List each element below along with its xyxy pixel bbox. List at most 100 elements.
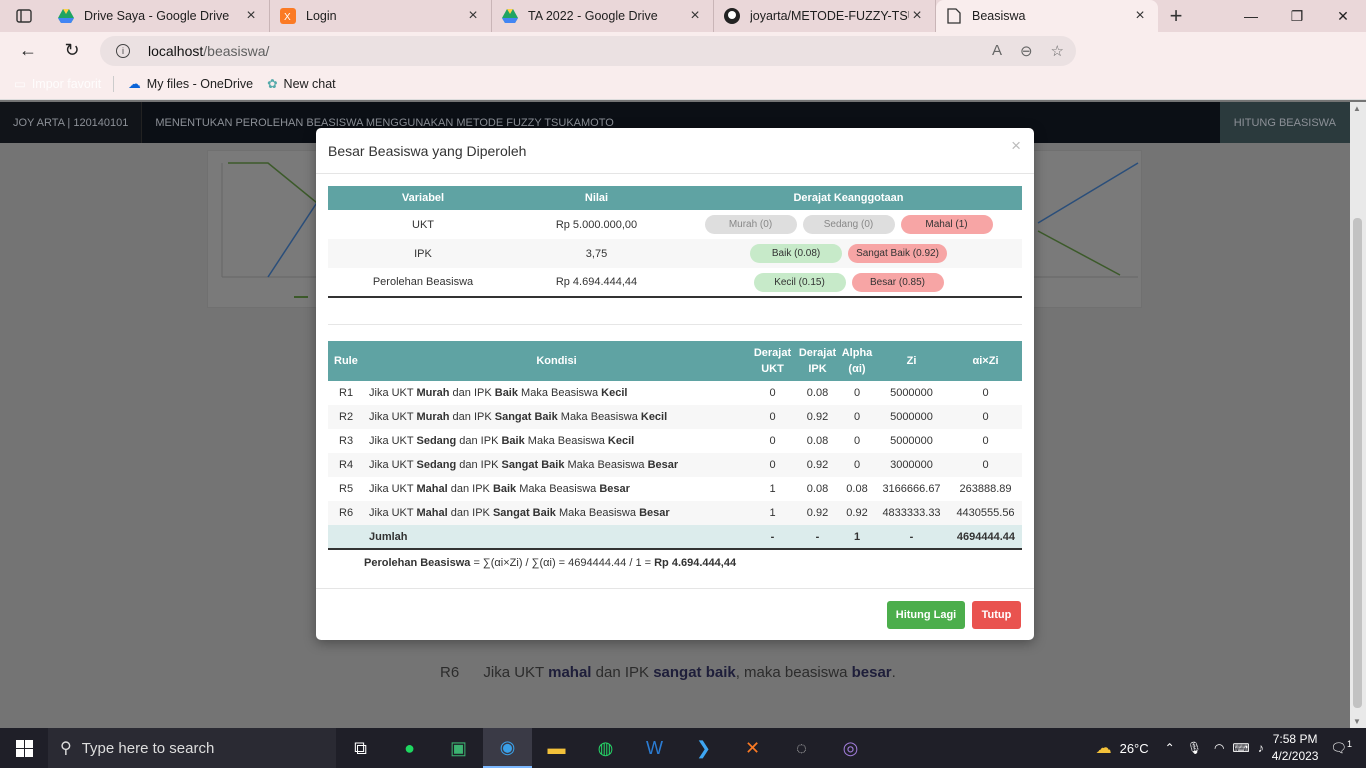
tab-ta-2022[interactable]: TA 2022 - Google Drive × — [492, 0, 714, 32]
formula-result: Rp 4.694.444,44 — [654, 557, 737, 569]
microphone-icon[interactable]: 🎙 — [1187, 741, 1202, 755]
condition-text: dan IPK — [447, 507, 493, 519]
weather-temp[interactable]: 26°C — [1120, 741, 1149, 756]
condition-keyword: Kecil — [601, 387, 628, 399]
weather-icon[interactable]: ☁ — [1096, 738, 1112, 758]
close-tab-icon[interactable]: × — [909, 7, 925, 25]
tab-beasiswa[interactable]: Beasiswa × — [936, 0, 1158, 32]
github-icon — [724, 8, 740, 24]
condition-text: Maka Beasiswa — [518, 387, 602, 399]
refresh-icon[interactable]: ↻ — [50, 32, 94, 68]
degree-ukt-cell: 1 — [750, 501, 795, 525]
tab-github[interactable]: joyarta/METODE-FUZZY-TSUKAMOTO × — [714, 0, 936, 32]
whatsapp-icon[interactable]: ◍ — [581, 728, 630, 768]
url-field[interactable]: i localhost/beasiswa/ A ⊖ ☆ — [100, 36, 1076, 66]
total-ipk: - — [795, 525, 840, 550]
read-aloud-icon[interactable]: A — [992, 42, 1002, 60]
url-host: localhost — [148, 43, 204, 59]
condition-keyword: Baik — [492, 483, 517, 495]
rule-text: Jika UKT — [483, 664, 549, 681]
favorite-label: New chat — [283, 76, 336, 91]
close-tab-icon[interactable]: × — [465, 7, 481, 25]
site-info-icon[interactable]: i — [116, 44, 130, 58]
close-window-icon[interactable]: ✕ — [1320, 0, 1366, 32]
edge-icon[interactable]: ◉ — [483, 728, 532, 768]
degree-ukt-cell: 0 — [769, 435, 776, 447]
condition-keyword: Sangat Baik — [501, 459, 565, 471]
tray-chevron-icon[interactable]: ⌃ — [1165, 741, 1175, 755]
add-favorite-icon[interactable]: ☆ — [1051, 42, 1064, 60]
close-tab-icon[interactable]: × — [687, 7, 703, 25]
import-favorites-link[interactable]: ▭ Impor favorit — [14, 76, 101, 92]
spotify-icon[interactable]: ● — [385, 728, 434, 768]
modal-close-icon[interactable]: × — [1011, 136, 1021, 156]
onedrive-link[interactable]: ☁ My files - OneDrive — [128, 76, 253, 92]
condition-text: Jika UKT — [369, 435, 417, 447]
scroll-down-icon[interactable]: ▼ — [1353, 717, 1361, 726]
condition-text: Jika UKT — [369, 483, 417, 495]
word-icon[interactable]: W — [630, 728, 679, 768]
rule-bold: besar — [851, 664, 892, 681]
close-tab-icon[interactable]: × — [1132, 7, 1148, 25]
close-tab-icon[interactable]: × — [243, 7, 259, 25]
workspaces-icon[interactable] — [0, 0, 48, 32]
total-row: Jumlah - - 1 - 4694444.44 — [328, 525, 1022, 550]
new-chat-link[interactable]: ✿ New chat — [267, 76, 336, 92]
windows-taskbar: ⚲ Type here to search ⧉ ● ▣ ◉ ▬ ◍ W ❯ ✕ … — [0, 728, 1366, 768]
input-method-icon[interactable]: ⌨ — [1232, 741, 1249, 755]
condition-cell: Jika UKT Murah dan IPK Baik Maka Beasisw… — [363, 381, 750, 405]
camtasia-icon[interactable]: ▣ — [434, 728, 483, 768]
tab-login[interactable]: X Login × — [270, 0, 492, 32]
back-icon[interactable]: ← — [6, 32, 50, 68]
membership-badge: Sangat Baik (0.92) — [848, 244, 947, 263]
column-header: Derajat IPK — [795, 341, 840, 381]
condition-cell: Jika UKT Sedang dan IPK Sangat Baik Maka… — [363, 453, 750, 477]
notifications-icon[interactable]: 🗨1 — [1330, 739, 1352, 756]
table-row: R1 Jika UKT Murah dan IPK Baik Maka Beasi… — [328, 381, 1022, 405]
new-tab-button[interactable]: + — [1158, 3, 1194, 29]
xampp-icon[interactable]: ✕ — [728, 728, 777, 768]
brand-label[interactable]: JOY ARTA | 120140101 — [0, 102, 143, 143]
file-explorer-icon[interactable]: ▬ — [532, 728, 581, 768]
windows-start-icon[interactable] — [0, 728, 48, 768]
condition-text: Maka Beasiswa — [524, 435, 608, 447]
rule-text: , maka beasiswa — [735, 664, 852, 681]
github-desktop-icon[interactable]: ◎ — [826, 728, 875, 768]
alpha-cell: 0 — [840, 405, 874, 429]
tutup-button[interactable]: Tutup — [972, 601, 1021, 629]
volume-icon[interactable]: ♪ — [1258, 741, 1264, 755]
total-alpha: 1 — [840, 525, 874, 550]
scroll-up-icon[interactable]: ▲ — [1353, 104, 1361, 113]
hitung-lagi-button[interactable]: Hitung Lagi — [887, 601, 965, 629]
zoom-out-icon[interactable]: ⊖ — [1020, 42, 1033, 60]
column-header: Nilai — [518, 186, 675, 210]
obs-icon[interactable]: ◌ — [777, 728, 826, 768]
zi-cell: 5000000 — [890, 435, 933, 447]
condition-keyword: Sangat Baik — [494, 411, 558, 423]
degree-ukt-cell: 1 — [769, 483, 776, 495]
condition-cell: Jika UKT Sedang dan IPK Baik Maka Beasis… — [363, 429, 750, 453]
formula-label: Perolehan Beasiswa — [364, 557, 471, 569]
clock[interactable]: 7:58 PM 4/2/2023 — [1272, 731, 1319, 765]
variable-cell: UKT — [412, 218, 434, 231]
vscode-icon[interactable]: ❯ — [679, 728, 728, 768]
scrollbar-thumb[interactable] — [1353, 218, 1362, 708]
condition-keyword: Besar — [647, 459, 679, 471]
alpha-zi-cell: 263888.89 — [959, 483, 1012, 495]
tab-drive-saya[interactable]: Drive Saya - Google Drive × — [48, 0, 270, 32]
divider — [113, 75, 115, 92]
taskbar-search-box[interactable]: ⚲ Type here to search — [48, 728, 336, 768]
restore-icon[interactable]: ❐ — [1274, 0, 1320, 32]
divider — [328, 324, 1022, 325]
page-scrollbar[interactable]: ▲ ▼ — [1350, 102, 1366, 728]
minimize-icon[interactable]: — — [1228, 0, 1274, 32]
hitung-beasiswa-nav-link[interactable]: HITUNG BEASISWA — [1219, 102, 1350, 143]
membership-table: Variabel Nilai Derajat Keanggotaan UKT R… — [328, 186, 1022, 298]
condition-text: Jika UKT — [369, 507, 417, 519]
task-view-icon[interactable]: ⧉ — [336, 728, 385, 768]
rule-id-cell: R6 — [328, 501, 363, 525]
membership-badge: Sedang (0) — [802, 215, 895, 234]
condition-text: Maka Beasiswa — [555, 507, 640, 519]
wifi-icon[interactable]: ◠ — [1214, 741, 1224, 755]
favorites-bar: ▭ Impor favorit ☁ My files - OneDrive ✿ New… — [0, 68, 1366, 100]
